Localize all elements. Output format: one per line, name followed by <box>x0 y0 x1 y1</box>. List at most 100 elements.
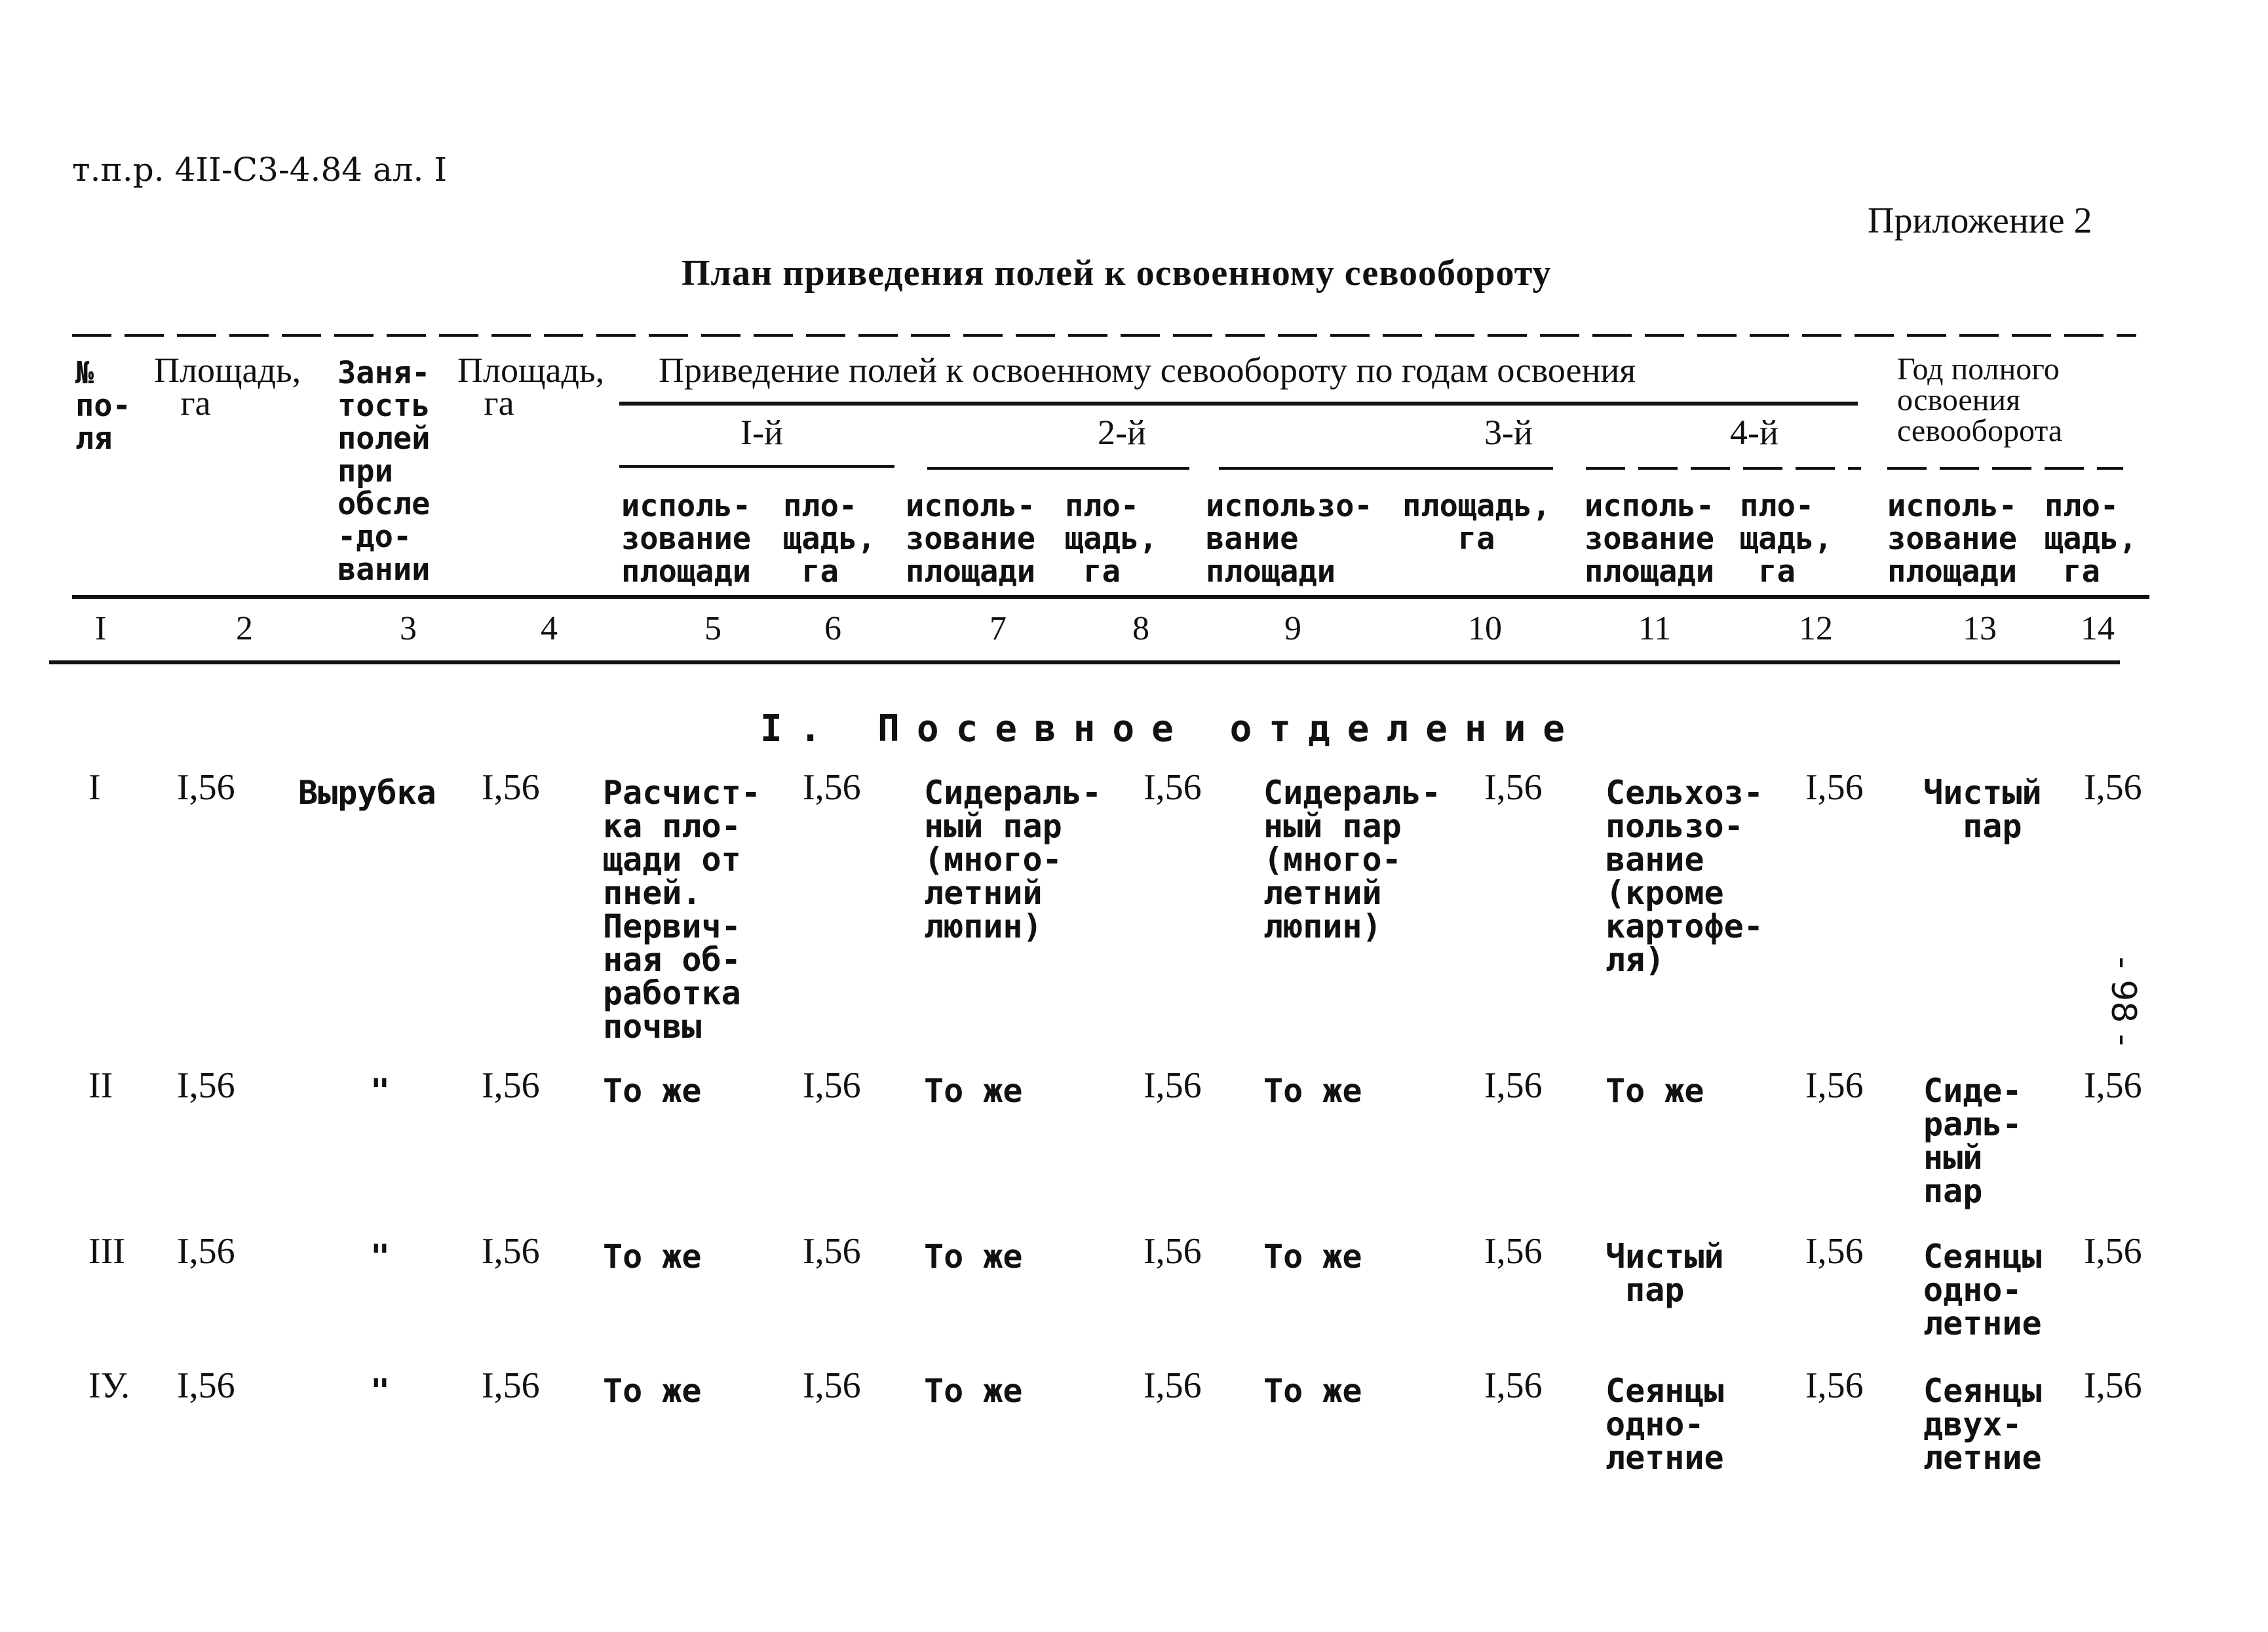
year-3-area-cell: I,56 <box>1484 1365 1543 1406</box>
header-bottom-rule <box>72 595 2149 599</box>
column-number: 7 <box>990 610 1007 647</box>
column-number: 6 <box>824 610 841 647</box>
year-2-use-cell: Сидераль- ный пар (много- летний люпин) <box>924 774 1102 945</box>
field-number-cell: I <box>88 767 101 808</box>
column-number: I <box>95 610 107 647</box>
document-reference: т.п.р. 4II-С3-4.84 ал. I <box>72 151 448 189</box>
year-4-area-cell: I,56 <box>1805 1231 1864 1272</box>
final-use-cell: Сиде- раль- ный пар <box>1923 1072 2022 1210</box>
page-number: - 98 - <box>2104 957 2143 1046</box>
year-4-use-cell: То же <box>1605 1072 1704 1110</box>
year-1-area-cell: I,56 <box>803 1365 861 1406</box>
year-4-use-cell: Чистый пар <box>1605 1238 1724 1309</box>
final-use-cell: Сеянцы одно- летние <box>1923 1238 2042 1342</box>
year-2-use-cell: То же <box>924 1372 1023 1410</box>
field-number-cell: II <box>88 1065 113 1106</box>
year-2-area-cell: I,56 <box>1144 1065 1202 1106</box>
year-1-area-cell: I,56 <box>803 767 861 808</box>
area-2-cell: I,56 <box>482 767 540 808</box>
header-year-4: 4-й <box>1730 413 1778 452</box>
year-3-use-cell: То же <box>1263 1238 1362 1276</box>
area-cell: I,56 <box>177 767 235 808</box>
year-4-rule <box>1586 467 1861 470</box>
header-y4-area: пло- щадь, га <box>1740 488 1833 590</box>
final-year-rule <box>1887 467 2123 470</box>
area-2-cell: I,56 <box>482 1065 540 1106</box>
year-3-rule <box>1219 467 1553 470</box>
appendix-label: Приложение 2 <box>1868 200 2092 241</box>
header-final-year: Год полного освоения севооборота <box>1897 352 2063 448</box>
year-2-use-cell: То же <box>924 1238 1023 1276</box>
field-number-cell: IУ. <box>88 1365 130 1406</box>
year-3-area-cell: I,56 <box>1484 1231 1543 1272</box>
occupancy-cell: " <box>370 1238 391 1276</box>
year-1-area-cell: I,56 <box>803 1231 861 1272</box>
header-group-title: Приведение полей к освоенному севооборот… <box>659 351 1636 390</box>
header-y4-use: исполь- зование площади <box>1585 488 1715 590</box>
final-area-cell: I,56 <box>2084 767 2142 808</box>
year-2-area-cell: I,56 <box>1144 1231 1202 1272</box>
year-1-use-cell: То же <box>603 1072 702 1110</box>
header-y1-use: исполь- зование площади <box>621 488 752 590</box>
table-top-rule <box>72 334 2136 337</box>
final-use-cell: Сеянцы двух- летние <box>1923 1372 2042 1477</box>
column-number: 2 <box>236 610 253 647</box>
header-y1-area: пло- щадь, га <box>783 488 876 590</box>
page-title: План приведения полей к освоенному севоо… <box>682 253 1552 294</box>
header-final-use: исполь- зование площади <box>1887 488 2018 590</box>
column-number: 12 <box>1799 610 1833 647</box>
final-area-cell: I,56 <box>2084 1365 2142 1406</box>
year-4-area-cell: I,56 <box>1805 1065 1864 1106</box>
year-2-area-cell: I,56 <box>1144 767 1202 808</box>
header-y3-area: площадь, га <box>1402 488 1551 557</box>
header-y3-use: использо- вание площади <box>1206 488 1373 590</box>
year-2-use-cell: То же <box>924 1072 1023 1110</box>
year-3-use-cell: То же <box>1263 1372 1362 1410</box>
column-number: 8 <box>1132 610 1149 647</box>
area-cell: I,56 <box>177 1065 235 1106</box>
group-header-rule <box>619 402 1858 406</box>
column-number: 4 <box>541 610 558 647</box>
final-area-cell: I,56 <box>2084 1231 2142 1272</box>
column-number: 9 <box>1284 610 1301 647</box>
year-1-use-cell: То же <box>603 1238 702 1276</box>
year-1-rule <box>619 465 894 468</box>
area-2-cell: I,56 <box>482 1231 540 1272</box>
year-1-area-cell: I,56 <box>803 1065 861 1106</box>
year-2-area-cell: I,56 <box>1144 1365 1202 1406</box>
area-cell: I,56 <box>177 1231 235 1272</box>
header-field-number: № по- ля <box>75 355 131 457</box>
final-area-cell: I,56 <box>2084 1065 2142 1106</box>
header-final-area: пло- щадь, га <box>2045 488 2138 590</box>
year-4-area-cell: I,56 <box>1805 767 1864 808</box>
occupancy-cell: Вырубка <box>298 774 436 812</box>
year-1-use-cell: Расчист- ка пло- щади от пней. Первич- н… <box>603 774 761 1046</box>
column-number: 10 <box>1468 610 1502 647</box>
year-4-use-cell: Сеянцы одно- летние <box>1605 1372 1724 1477</box>
occupancy-cell: " <box>370 1072 391 1110</box>
header-area: Площадь, га <box>154 351 301 423</box>
area-2-cell: I,56 <box>482 1365 540 1406</box>
header-occupancy: Заня- тость полей при обсле -до- вании <box>337 355 431 588</box>
year-3-use-cell: То же <box>1263 1072 1362 1110</box>
header-area-2: Площадь, га <box>457 351 605 423</box>
field-number-cell: III <box>88 1231 125 1272</box>
year-2-rule <box>927 467 1189 470</box>
column-numbers-rule <box>49 660 2120 664</box>
occupancy-cell: " <box>370 1372 391 1410</box>
header-y2-area: пло- щадь, га <box>1065 488 1158 590</box>
column-number: 11 <box>1638 610 1672 647</box>
year-1-use-cell: То же <box>603 1372 702 1410</box>
final-use-cell: Чистый пар <box>1923 774 2042 845</box>
column-number: 13 <box>1963 610 1997 647</box>
column-number: 5 <box>704 610 721 647</box>
year-3-use-cell: Сидераль- ный пар (много- летний люпин) <box>1263 774 1441 945</box>
year-3-area-cell: I,56 <box>1484 767 1543 808</box>
section-heading: I. Посевное отделение <box>760 708 1583 750</box>
header-year-3: 3-й <box>1484 413 1533 452</box>
year-4-use-cell: Сельхоз- пользо- вание (кроме картофе- л… <box>1605 774 1763 979</box>
area-cell: I,56 <box>177 1365 235 1406</box>
year-4-area-cell: I,56 <box>1805 1365 1864 1406</box>
header-year-1: I-й <box>740 413 783 452</box>
header-y2-use: исполь- зование площади <box>906 488 1036 590</box>
